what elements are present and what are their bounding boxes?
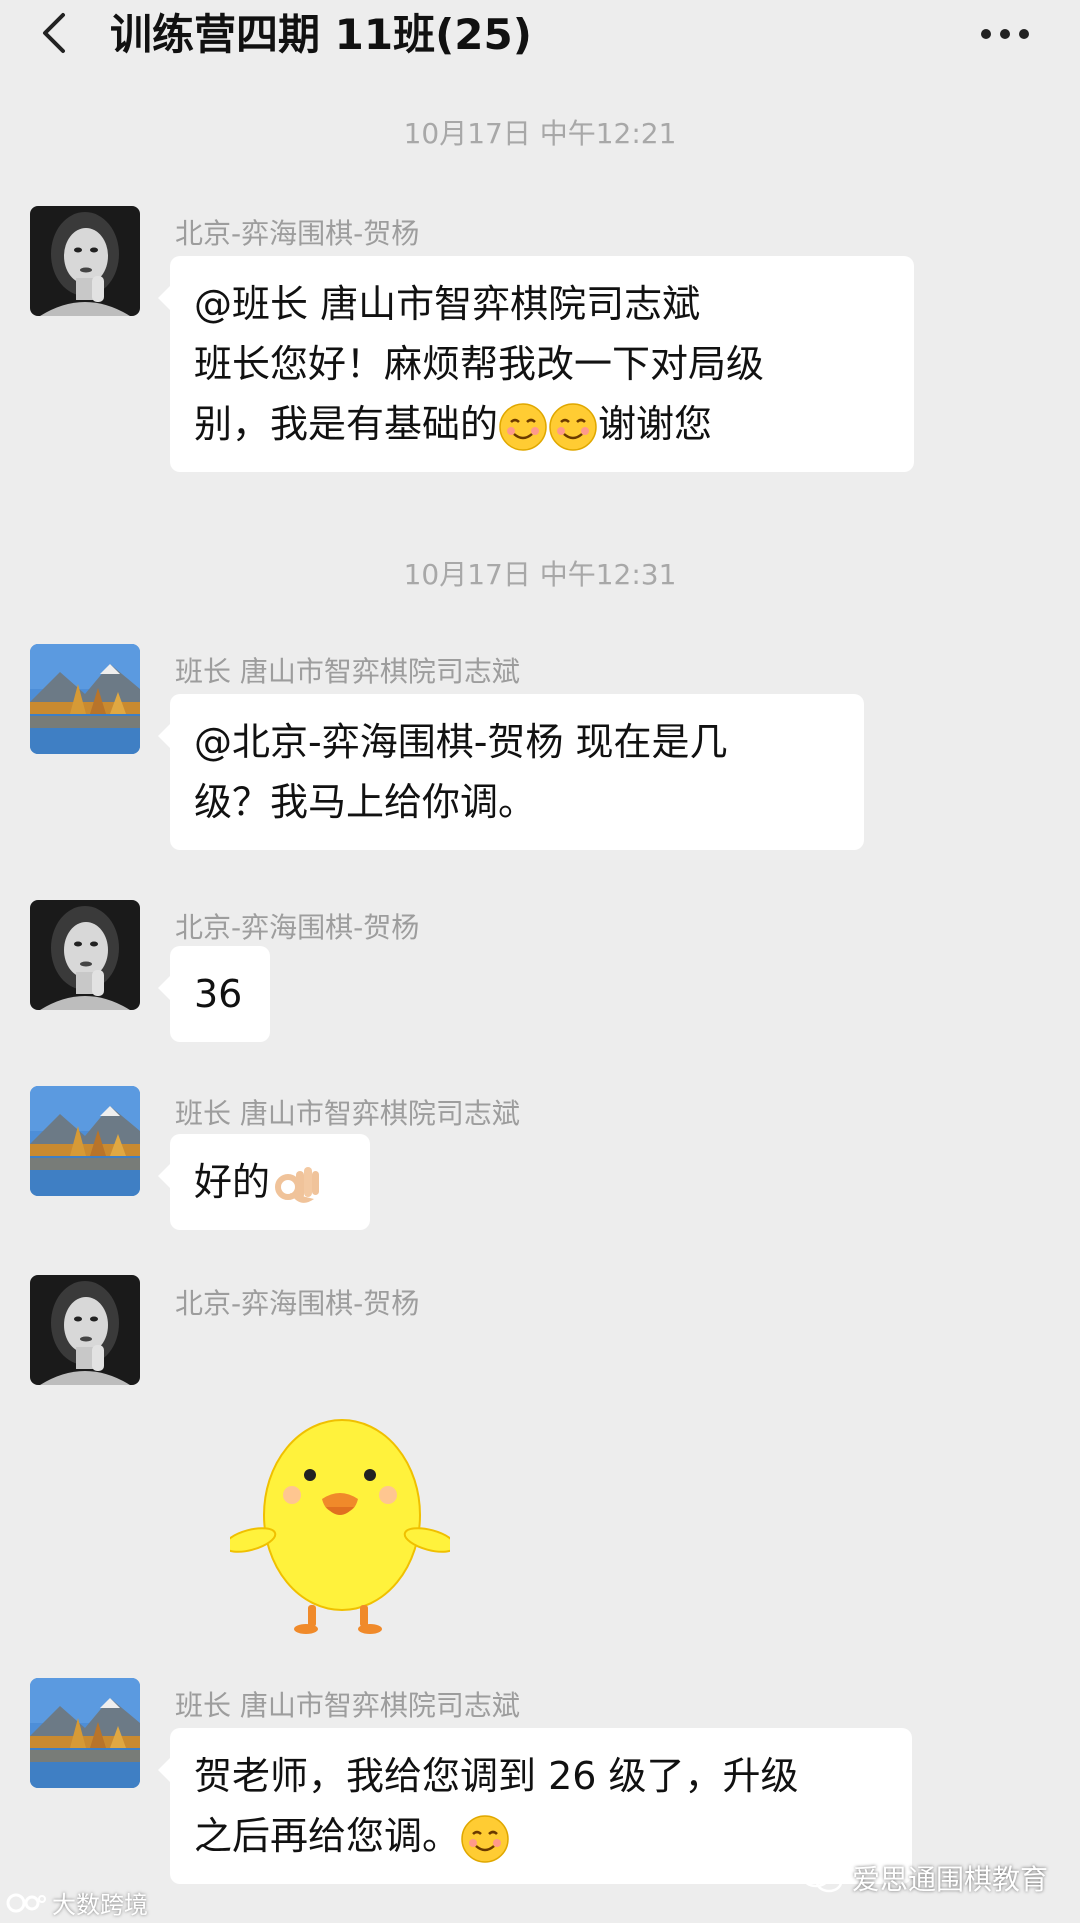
smiling-face-emoji-icon <box>461 1814 509 1863</box>
ok-hand-emoji-icon <box>275 1166 320 1203</box>
sender-name: 班长 唐山市智弈棋院司志斌 <box>175 655 520 688</box>
watermark-left: 大数跨境 <box>6 1885 148 1920</box>
avatar[interactable] <box>30 900 140 1010</box>
watermark-text: 爱思通围棋教育 <box>852 1863 1049 1896</box>
watermark-text: 大数跨境 <box>52 1891 148 1919</box>
avatar[interactable] <box>30 644 140 754</box>
message-bubble[interactable]: @班长 唐山市智弈棋院司志斌 班长您好！麻烦帮我改一下对局级 别，我是有基础的 谢… <box>158 256 914 472</box>
more-dots-icon <box>981 29 1029 39</box>
avatar[interactable] <box>30 1086 140 1196</box>
timestamp: 10月17日 中午12:21 <box>403 117 677 150</box>
more-button[interactable] <box>975 14 1035 54</box>
sender-name: 班长 唐山市智弈棋院司志斌 <box>175 1689 520 1722</box>
chat-title: 训练营四期 11班(25) <box>110 10 532 59</box>
chat-header: 训练营四期 11班(25) <box>0 0 1080 70</box>
landscape-lake-avatar <box>30 1678 140 1788</box>
avatar[interactable] <box>30 1678 140 1788</box>
sender-name: 北京-弈海围棋-贺杨 <box>175 1287 420 1320</box>
message-line: @班长 唐山市智弈棋院司志斌 <box>194 282 701 326</box>
message-line: 之后再给您调。 <box>194 1806 888 1866</box>
message-line: 级？我马上给你调。 <box>194 780 537 824</box>
message-line: 贺老师，我给您调到 26 级了，升级 <box>194 1754 799 1798</box>
message-bubble[interactable]: 好的 <box>158 1134 370 1230</box>
message-text: 好的 <box>194 1160 271 1204</box>
smiling-face-emoji-icon <box>499 402 547 451</box>
woman-portrait-avatar <box>30 900 140 1010</box>
message-bubble[interactable]: @北京-弈海围棋-贺杨 现在是几 级？我马上给你调。 <box>158 694 864 850</box>
avatar[interactable] <box>30 1275 140 1385</box>
landscape-lake-avatar <box>30 644 140 754</box>
wechat-logo-icon <box>800 1862 843 1893</box>
message-line: 好的 <box>194 1152 346 1212</box>
yellow-duck-sticker[interactable] <box>230 1395 450 1635</box>
chevron-left-icon <box>43 13 65 53</box>
avatar[interactable] <box>30 206 140 316</box>
landscape-lake-avatar <box>30 1086 140 1196</box>
back-button[interactable] <box>34 8 74 58</box>
smiling-face-emoji-icon <box>549 402 597 451</box>
message-bubble[interactable]: 36 <box>158 946 270 1042</box>
message-text: 之后再给您调。 <box>194 1814 461 1858</box>
watermark-right: 爱思通围棋教育 <box>800 1858 1048 1898</box>
sender-name: 班长 唐山市智弈棋院司志斌 <box>175 1097 520 1130</box>
timestamp: 10月17日 中午12:31 <box>403 558 677 591</box>
woman-portrait-avatar <box>30 1275 140 1385</box>
message-line: 班长您好！麻烦帮我改一下对局级 <box>194 342 765 386</box>
sender-name: 北京-弈海围棋-贺杨 <box>175 217 420 250</box>
message-line: 36 <box>194 972 243 1016</box>
woman-portrait-avatar <box>30 206 140 316</box>
message-line: 别，我是有基础的 谢谢您 <box>194 394 890 454</box>
sender-name: 北京-弈海围棋-贺杨 <box>175 911 420 944</box>
message-text: 谢谢您 <box>598 402 713 446</box>
watermark-logo-icon <box>6 1893 46 1912</box>
message-text: 别，我是有基础的 <box>194 402 499 446</box>
message-line: @北京-弈海围棋-贺杨 现在是几 <box>194 720 728 764</box>
